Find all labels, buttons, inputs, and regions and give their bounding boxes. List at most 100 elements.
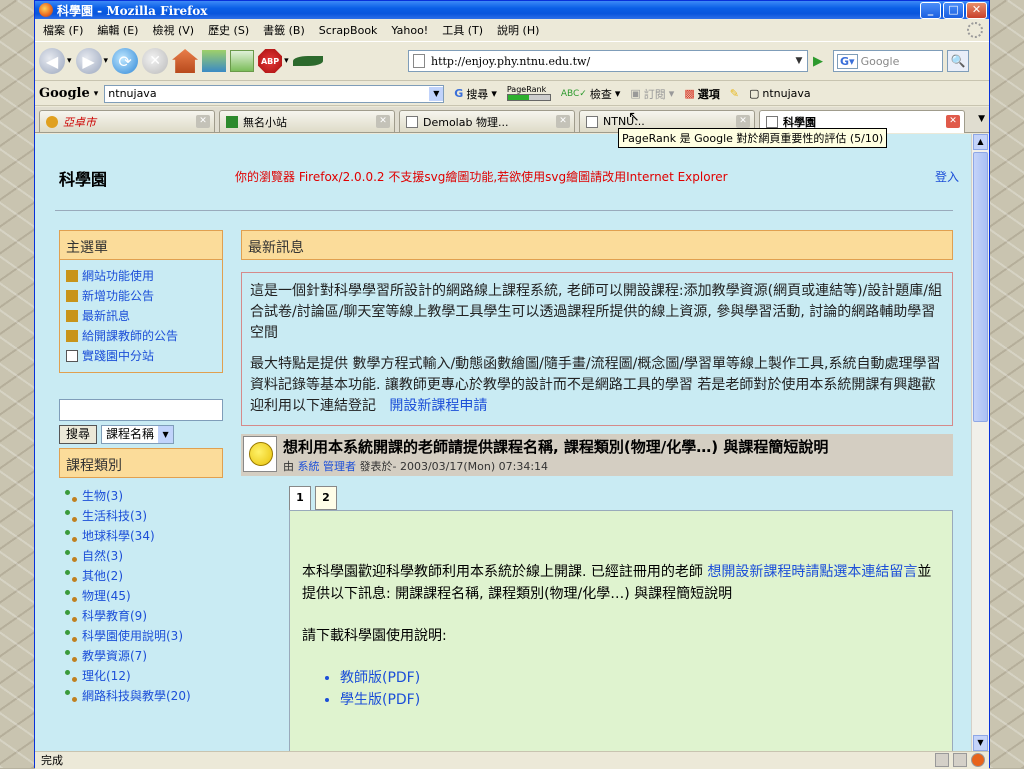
menu-help[interactable]: 說明 (H) [497,22,539,38]
menu-bookmarks[interactable]: 書籤 (B) [263,22,305,38]
category-item[interactable]: 自然(3) [65,546,217,566]
sidebar-search-button[interactable]: 搜尋 [59,425,98,444]
menu-item-latest-news[interactable]: 最新訊息 [66,306,216,326]
firefox-icon [39,3,53,17]
forward-dropdown-icon[interactable]: ▾ [104,56,109,66]
tab-close-icon[interactable]: ✕ [946,115,960,128]
scroll-down-icon[interactable]: ▼ [973,735,988,751]
tab-wretch[interactable]: 無名小站 ✕ [219,110,395,132]
status-icon-2[interactable] [953,753,967,767]
leave-message-link[interactable]: 想開設新課程時請點選本連結留言 [707,564,917,580]
minimize-button[interactable]: _ [920,2,941,19]
tab-close-icon[interactable]: ✕ [736,115,750,128]
menu-tools[interactable]: 工具 (T) [442,22,483,38]
go-button[interactable]: ▶ [813,54,827,69]
tab-list-icon[interactable]: ▼ [978,114,985,124]
category-item[interactable]: 生活科技(3) [65,506,217,526]
user-icon: ▢ [748,87,760,100]
status-icon-3[interactable] [971,753,985,767]
menu-scrapbook[interactable]: ScrapBook [319,24,378,37]
category-icon [65,610,77,622]
google-query-dropdown-icon[interactable]: ▼ [429,86,444,101]
reload-button[interactable]: ⟳ [112,48,139,74]
user-account[interactable]: ▢ ntnujava [749,87,811,100]
google-logo[interactable]: Google [39,86,90,101]
stop-button[interactable]: ✕ [142,48,169,74]
tab-close-icon[interactable]: ✕ [196,115,210,128]
status-icon-1[interactable] [935,753,949,767]
url-bar[interactable]: http://enjoy.phy.ntnu.edu.tw/ ▼ [408,50,808,72]
url-dropdown-icon[interactable]: ▼ [791,56,807,66]
forward-button[interactable]: ▶ [75,48,102,74]
category-item[interactable]: 地球科學(34) [65,526,217,546]
spell-check-button[interactable]: ABC✓ 檢查 ▾ [561,86,621,102]
post-paragraph-2: 請下載科學園使用說明: [302,628,447,644]
new-course-link[interactable]: 開設新課程申請 [389,398,487,414]
new-tab-icon[interactable] [230,50,255,72]
title-bar[interactable]: 科學園 - Mozilla Firefox _ □ ✕ [35,1,989,19]
category-item[interactable]: 網路科技與教學(20) [65,686,217,706]
tab-yazhuo[interactable]: 亞卓市 ✕ [39,110,215,132]
category-item[interactable]: 理化(12) [65,666,217,686]
post-author-link[interactable]: 系統 管理者 [298,460,357,473]
back-button[interactable]: ◀ [39,48,65,74]
menu-history[interactable]: 歷史 (S) [208,22,249,38]
menu-view[interactable]: 檢視 (V) [152,22,194,38]
menu-yahoo[interactable]: Yahoo! [391,24,428,37]
scroll-up-icon[interactable]: ▲ [973,134,988,150]
close-button[interactable]: ✕ [966,2,987,19]
menu-item-teacher-notice[interactable]: 給開課教師的公告 [66,326,216,346]
search-scope-select[interactable]: 課程名稱 ▼ [101,425,175,444]
pagerank-meter[interactable]: PageRank [506,86,551,101]
menu-edit[interactable]: 編輯 (E) [97,22,138,38]
menu-file[interactable]: 檔案 (F) [43,22,83,38]
download-student-pdf[interactable]: 學生版(PDF) [340,689,940,711]
menu-item-site-usage[interactable]: 網站功能使用 [66,266,216,286]
options-button[interactable]: ▩ 選項 [684,86,719,102]
google-search-button[interactable]: G 搜尋 ▾ [454,86,497,102]
category-label: 自然(3) [82,549,123,563]
category-item[interactable]: 物理(45) [65,586,217,606]
category-icon [65,550,77,562]
back-dropdown-icon[interactable]: ▾ [67,56,72,66]
scroll-thumb[interactable] [973,152,988,422]
category-item[interactable]: 科學教育(9) [65,606,217,626]
scrapbook-icon[interactable] [202,50,227,72]
page-content: 科學園 你的瀏覽器 Firefox/2.0.0.2 不支援svg繪圖功能,若欲使… [35,134,973,751]
browser-window: 科學園 - Mozilla Firefox _ □ ✕ 檔案 (F) 編輯 (E… [34,0,990,769]
post-tab-2[interactable]: 2 [315,486,337,510]
tab-close-icon[interactable]: ✕ [376,115,390,128]
post-tab-1[interactable]: 1 [289,486,311,510]
subscribe-button[interactable]: ▣ 訂閱 ▾ [630,86,674,102]
adblock-dropdown-icon[interactable]: ▾ [284,56,289,66]
category-item[interactable]: 教學資源(7) [65,646,217,666]
search-button[interactable]: 🔍 [947,50,969,72]
tab-close-icon[interactable]: ✕ [556,115,570,128]
menu-bar: 檔案 (F) 編輯 (E) 檢視 (V) 歷史 (S) 書籤 (B) Scrap… [35,19,989,41]
tab-demolab[interactable]: Demolab 物理... ✕ [399,110,575,132]
maximize-button[interactable]: □ [943,2,964,19]
throbber-icon [967,22,983,38]
sidebar-search-input[interactable] [59,399,223,421]
menu-item-school-branch[interactable]: 實踐園中分站 [66,346,216,366]
header-divider [55,210,953,211]
url-text[interactable]: http://enjoy.phy.ntnu.edu.tw/ [431,55,590,68]
search-engine-icon[interactable]: G▾ [837,53,858,69]
category-item[interactable]: 生物(3) [65,486,217,506]
highlighter-icon[interactable]: ✎ [730,87,739,100]
site-title: 科學園 [59,170,108,189]
vertical-scrollbar[interactable]: ▲ ▼ [971,134,989,751]
google-search-input[interactable]: ntnujava ▼ [104,84,445,103]
google-query[interactable]: ntnujava [108,87,156,100]
leaf-icon[interactable] [292,56,323,66]
home-button[interactable] [172,49,199,73]
login-link[interactable]: 登入 [935,168,959,185]
category-item[interactable]: 科學園使用說明(3) [65,626,217,646]
adblock-plus-icon[interactable]: ABP [258,49,283,73]
category-item[interactable]: 其他(2) [65,566,217,586]
menu-item-new-features[interactable]: 新增功能公告 [66,286,216,306]
chevron-down-icon[interactable]: ▼ [158,426,174,443]
search-box[interactable]: G▾ Google [833,50,943,72]
google-logo-dropdown-icon[interactable]: ▾ [94,89,99,99]
download-teacher-pdf[interactable]: 教師版(PDF) [340,667,940,689]
